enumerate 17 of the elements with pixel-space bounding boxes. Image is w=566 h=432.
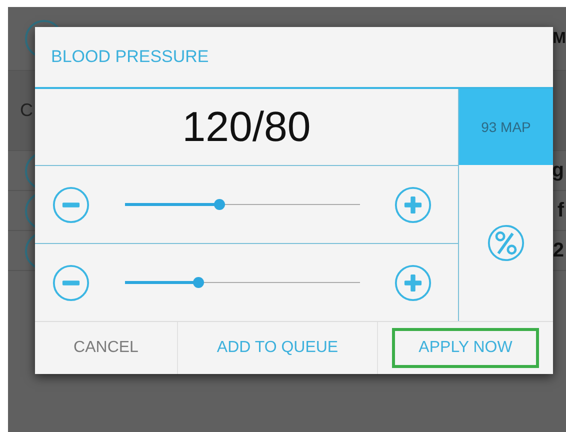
minus-button[interactable]	[52, 264, 90, 302]
pressure-reading: 120/80	[35, 89, 458, 166]
slider-thumb[interactable]	[192, 277, 204, 288]
list-item-text: g	[552, 159, 564, 182]
minus-button[interactable]	[52, 186, 90, 224]
section-header-text: C	[20, 100, 33, 121]
slider-thumb[interactable]	[214, 199, 225, 210]
list-item-text: f	[557, 199, 564, 222]
dialog-button[interactable]: ADD TO QUEUE	[190, 328, 366, 368]
plus-button[interactable]	[394, 264, 432, 302]
map-value: 93 MAP	[459, 89, 553, 165]
plus-button[interactable]	[394, 186, 432, 224]
list-item-text: 2	[552, 239, 564, 262]
percent-button[interactable]	[487, 224, 525, 262]
dialog-button[interactable]: APPLY NOW	[392, 328, 540, 368]
list-item-text: M	[552, 30, 566, 48]
dialog-button[interactable]: CANCEL	[46, 328, 166, 368]
